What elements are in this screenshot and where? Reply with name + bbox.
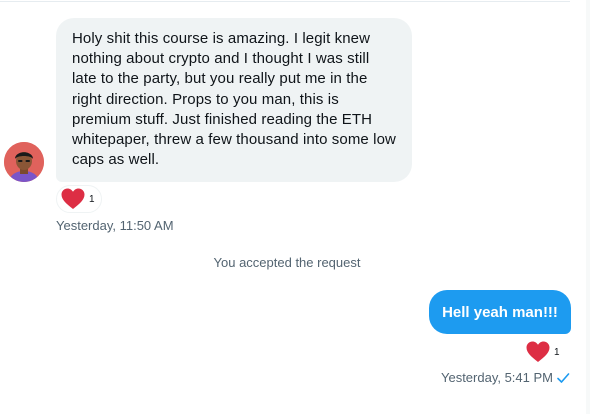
- reaction-count: 1: [554, 346, 560, 358]
- heart-icon: [526, 341, 550, 362]
- check-icon: [557, 372, 570, 383]
- outgoing-message-text: Hell yeah man!!!: [442, 303, 558, 321]
- incoming-timestamp: Yesterday, 11:50 AM: [56, 218, 174, 233]
- message-line: right direction. Props to you man, this …: [72, 90, 339, 108]
- outgoing-timestamp: Yesterday, 5:41 PM: [441, 370, 570, 385]
- message-line: Holy shit this course is amazing. I legi…: [72, 30, 371, 47]
- avatar-image: [4, 142, 44, 182]
- message-line: nothing about crypto and I thought I was…: [72, 50, 370, 68]
- message-line: late to the party, but you really put me…: [72, 70, 368, 88]
- top-divider: [0, 1, 570, 2]
- heart-icon: [61, 188, 85, 209]
- incoming-message[interactable]: Holy shit this course is amazing. I legi…: [56, 18, 412, 182]
- incoming-reaction[interactable]: 1: [56, 185, 102, 213]
- outgoing-reaction[interactable]: 1: [522, 338, 566, 366]
- outgoing-message[interactable]: Hell yeah man!!!: [429, 290, 571, 334]
- message-line: premium stuff. Just finished reading the…: [72, 110, 373, 128]
- avatar[interactable]: [4, 142, 44, 182]
- outgoing-timestamp-text: Yesterday, 5:41 PM: [440, 370, 553, 385]
- system-message: You accepted the request: [213, 255, 361, 270]
- message-line: caps as well.: [72, 151, 160, 169]
- scroll-area[interactable]: [586, 0, 590, 414]
- reaction-count: 1: [89, 193, 95, 205]
- message-line: whitepaper, threw a few thousand into so…: [72, 131, 396, 149]
